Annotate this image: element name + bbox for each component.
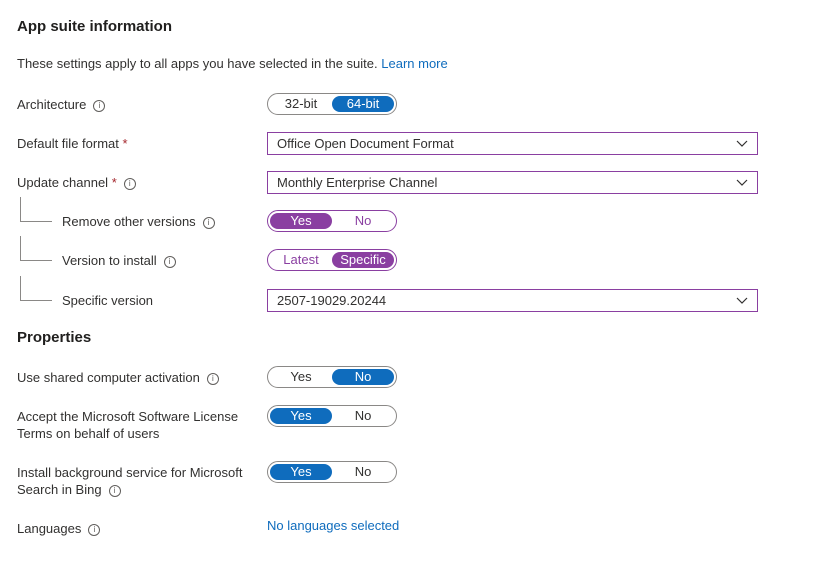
file-format-label-text: Default file format bbox=[17, 136, 119, 151]
bing-service-toggle[interactable]: Yes No bbox=[267, 461, 397, 483]
bing-service-option-yes[interactable]: Yes bbox=[270, 464, 332, 480]
info-icon[interactable]: i bbox=[108, 485, 121, 497]
accept-license-label: Accept the Microsoft Software License Te… bbox=[17, 408, 238, 442]
tree-connector bbox=[20, 300, 52, 301]
info-icon[interactable]: i bbox=[88, 524, 101, 536]
shared-activation-option-yes[interactable]: Yes bbox=[270, 369, 332, 385]
shared-activation-label: Use shared computer activation i bbox=[17, 369, 219, 386]
version-install-label-text: Version to install bbox=[62, 253, 157, 268]
file-format-value: Office Open Document Format bbox=[277, 136, 454, 151]
tree-connector bbox=[20, 197, 21, 221]
section-title-app-suite: App suite information bbox=[17, 18, 172, 35]
remove-versions-option-no[interactable]: No bbox=[332, 213, 394, 229]
bing-service-label-line1: Install background service for Microsoft bbox=[17, 465, 243, 480]
file-format-label: Default file format * bbox=[17, 135, 128, 152]
version-install-option-specific[interactable]: Specific bbox=[332, 252, 394, 268]
section-title-properties: Properties bbox=[17, 329, 92, 346]
file-format-dropdown[interactable]: Office Open Document Format bbox=[267, 132, 758, 155]
accept-license-option-yes[interactable]: Yes bbox=[270, 408, 332, 424]
specific-version-value: 2507-19029.20244 bbox=[277, 293, 387, 308]
remove-versions-option-yes[interactable]: Yes bbox=[270, 213, 332, 229]
architecture-label: Architecture i bbox=[17, 96, 106, 113]
bing-service-option-no[interactable]: No bbox=[332, 464, 394, 480]
architecture-option-64bit[interactable]: 64-bit bbox=[332, 96, 394, 112]
remove-versions-label: Remove other versions i bbox=[62, 213, 215, 230]
bing-service-label: Install background service for Microsoft… bbox=[17, 464, 242, 498]
required-marker: * bbox=[122, 136, 128, 151]
update-channel-dropdown[interactable]: Monthly Enterprise Channel bbox=[267, 171, 758, 194]
update-channel-label: Update channel * i bbox=[17, 174, 136, 191]
info-icon[interactable]: i bbox=[202, 217, 215, 229]
info-icon[interactable]: i bbox=[163, 256, 176, 268]
bing-service-label-line2: Search in Bing bbox=[17, 482, 102, 497]
accept-license-label-line2: Terms on behalf of users bbox=[17, 426, 160, 441]
chevron-down-icon bbox=[736, 140, 748, 147]
tree-connector bbox=[20, 236, 21, 260]
tree-connector bbox=[20, 221, 52, 222]
languages-label-text: Languages bbox=[17, 521, 82, 536]
shared-activation-label-text: Use shared computer activation bbox=[17, 370, 200, 385]
info-icon[interactable]: i bbox=[206, 373, 219, 385]
shared-activation-toggle[interactable]: Yes No bbox=[267, 366, 397, 388]
info-icon[interactable]: i bbox=[123, 178, 136, 190]
architecture-label-text: Architecture bbox=[17, 97, 87, 112]
info-icon[interactable]: i bbox=[93, 100, 106, 112]
learn-more-link[interactable]: Learn more bbox=[381, 56, 447, 71]
architecture-toggle[interactable]: 32-bit 64-bit bbox=[267, 93, 397, 115]
update-channel-value: Monthly Enterprise Channel bbox=[277, 175, 438, 190]
version-install-option-latest[interactable]: Latest bbox=[270, 252, 332, 268]
languages-link[interactable]: No languages selected bbox=[267, 517, 399, 534]
chevron-down-icon bbox=[736, 297, 748, 304]
accept-license-label-line1: Accept the Microsoft Software License bbox=[17, 409, 239, 424]
version-install-toggle[interactable]: Latest Specific bbox=[267, 249, 397, 271]
tree-connector bbox=[20, 260, 52, 261]
languages-label: Languages i bbox=[17, 520, 101, 537]
accept-license-option-no[interactable]: No bbox=[332, 408, 394, 424]
update-channel-label-text: Update channel bbox=[17, 175, 109, 190]
settings-description: These settings apply to all apps you hav… bbox=[17, 55, 448, 72]
remove-versions-toggle[interactable]: Yes No bbox=[267, 210, 397, 232]
specific-version-label: Specific version bbox=[62, 293, 154, 308]
remove-versions-label-text: Remove other versions bbox=[62, 214, 196, 229]
required-marker: * bbox=[111, 175, 117, 190]
description-text: These settings apply to all apps you hav… bbox=[17, 56, 378, 71]
specific-version-dropdown[interactable]: 2507-19029.20244 bbox=[267, 289, 758, 312]
tree-connector bbox=[20, 276, 21, 300]
version-install-label: Version to install i bbox=[62, 252, 176, 269]
accept-license-toggle[interactable]: Yes No bbox=[267, 405, 397, 427]
chevron-down-icon bbox=[736, 179, 748, 186]
shared-activation-option-no[interactable]: No bbox=[332, 369, 394, 385]
architecture-option-32bit[interactable]: 32-bit bbox=[270, 96, 332, 112]
